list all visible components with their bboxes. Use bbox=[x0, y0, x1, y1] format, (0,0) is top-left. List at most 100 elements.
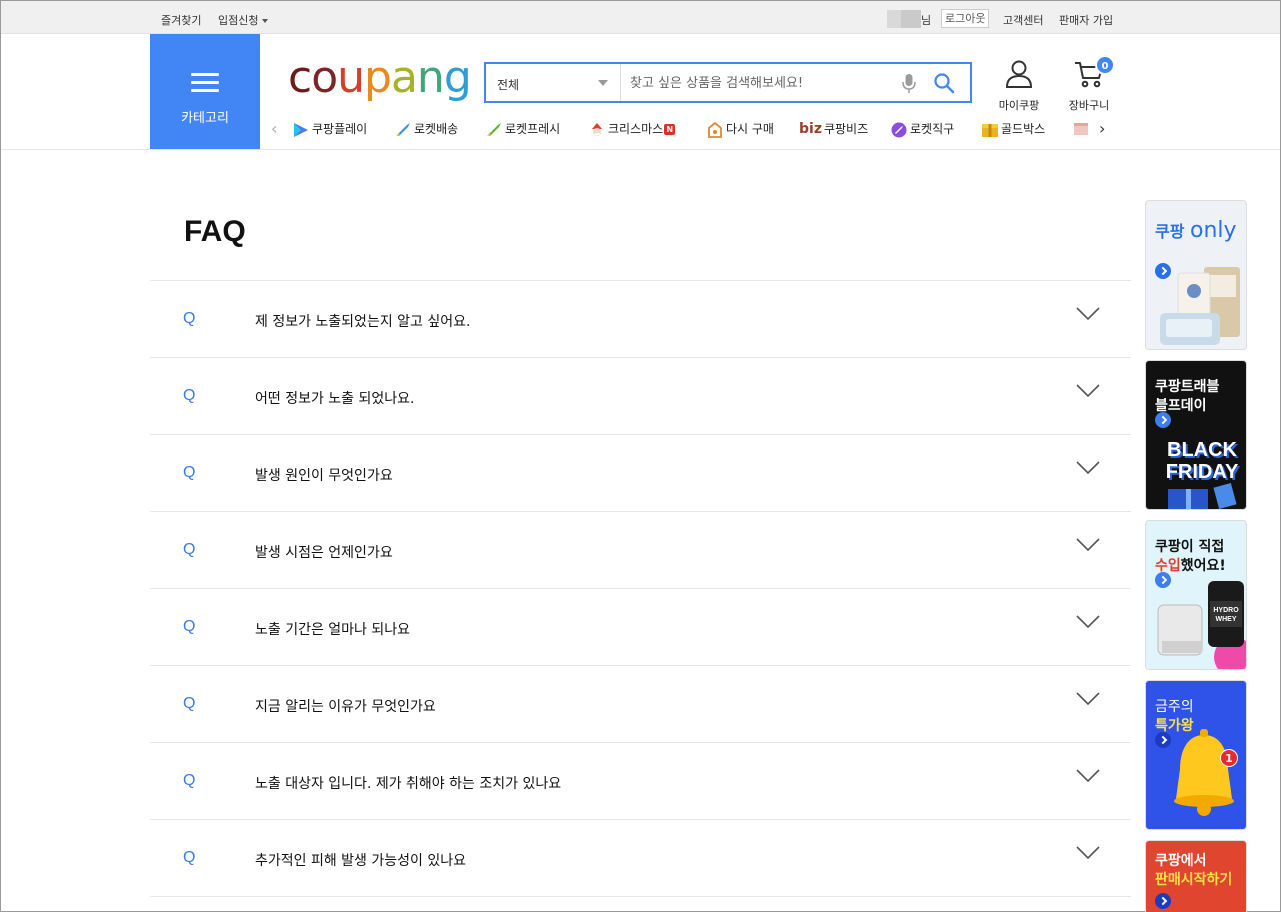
nav-item-label: 로켓프레시 bbox=[505, 122, 561, 136]
question-mark: Q bbox=[183, 464, 196, 481]
nav-item-coupang-biz[interactable]: biz 쿠팡비즈 bbox=[799, 120, 868, 137]
user-icon bbox=[1005, 60, 1033, 88]
faq-item[interactable]: Q 노출 기간은 얼마나 되나요 bbox=[150, 589, 1131, 666]
nav-item-partial-icon[interactable] bbox=[1072, 120, 1092, 136]
my-coupang-label: 마이쿠팡 bbox=[998, 99, 1040, 112]
nav-prev-arrow-icon[interactable]: ‹ bbox=[271, 119, 277, 138]
side-banner-column: 쿠팡 only 쿠팡트래블 블프데이 BLACK FRIDAY 쿠팡이 직접 수입했… bbox=[1145, 200, 1247, 912]
nav-item-label: 골드박스 bbox=[1001, 122, 1046, 136]
chevron-down-icon[interactable] bbox=[1076, 307, 1100, 321]
nav-next-arrow-icon[interactable]: › bbox=[1099, 119, 1105, 138]
rebuy-icon bbox=[708, 121, 722, 138]
category-label: 카테고리 bbox=[181, 111, 229, 126]
search-scope-select[interactable]: 전체 bbox=[486, 64, 621, 101]
banner-travel-black-friday[interactable]: 쿠팡트래블 블프데이 BLACK FRIDAY bbox=[1145, 360, 1247, 510]
my-coupang-button[interactable]: 마이쿠팡 bbox=[989, 59, 1049, 113]
nav-item-goldbox[interactable]: 골드박스 bbox=[981, 120, 1045, 138]
faq-item[interactable]: Q 발생 원인이 무엇인가요 bbox=[150, 435, 1131, 512]
faq-item[interactable]: Q 추가적인 피해 발생 가능성이 있나요 bbox=[150, 820, 1131, 897]
banner-title: 쿠팡에서 판매시작하기 bbox=[1155, 852, 1232, 890]
faq-question: 지금 알리는 이유가 무엇인가요 bbox=[255, 699, 436, 715]
faq-item[interactable]: Q 제 정보가 노출되었는지 알고 싶어요. bbox=[150, 281, 1131, 358]
header-divider bbox=[1, 149, 1280, 150]
question-mark: Q bbox=[183, 618, 196, 635]
chevron-down-icon[interactable] bbox=[1076, 384, 1100, 398]
chevron-down-icon[interactable] bbox=[1076, 846, 1100, 860]
question-mark: Q bbox=[183, 849, 196, 866]
nav-item-rocket-fresh[interactable]: 로켓프레시 bbox=[485, 120, 560, 138]
search-bar: 전체 bbox=[484, 62, 972, 103]
product-packages-illustration bbox=[1160, 267, 1240, 345]
faq-item[interactable]: Q 발생 시점은 언제인가요 bbox=[150, 512, 1131, 589]
chevron-down-icon[interactable] bbox=[1076, 615, 1100, 629]
nav-item-label: 쿠팡비즈 bbox=[823, 122, 869, 136]
new-badge: N bbox=[664, 124, 676, 135]
banner-title: 쿠팡 only bbox=[1155, 218, 1237, 243]
black-friday-art: BLACK FRIDAY bbox=[1165, 439, 1239, 483]
bell-icon bbox=[1174, 729, 1234, 816]
faq-item[interactable]: Q 노출 대상자 입니다. 제가 취해야 하는 조치가 있나요 bbox=[150, 743, 1131, 820]
question-mark: Q bbox=[183, 387, 196, 404]
global-rocket-icon bbox=[891, 122, 907, 137]
banner-title-part: 쿠팡 bbox=[1155, 222, 1185, 241]
nav-item-rocket-delivery[interactable]: 로켓배송 bbox=[394, 120, 458, 138]
banner-title-part: 금주의 bbox=[1155, 699, 1194, 715]
logout-button[interactable]: 로그아웃 bbox=[941, 9, 990, 28]
chevron-down-icon[interactable] bbox=[1076, 461, 1100, 475]
microphone-icon[interactable] bbox=[901, 72, 917, 94]
santa-icon bbox=[592, 122, 602, 136]
hamburger-icon bbox=[191, 73, 219, 93]
arrow-right-icon bbox=[1155, 412, 1171, 428]
faq-question: 노출 대상자 입니다. 제가 취해야 하는 조치가 있나요 bbox=[255, 776, 562, 792]
banner-title-part: 쿠팡트래블 bbox=[1155, 379, 1220, 395]
banner-direct-import[interactable]: 쿠팡이 직접 수입했어요! HYDRO WHEY bbox=[1145, 520, 1247, 670]
cart-button[interactable]: 0 장바구니 bbox=[1059, 55, 1119, 113]
faq-question: 어떤 정보가 노출 되었나요. bbox=[255, 391, 415, 407]
banner-coupang-only[interactable]: 쿠팡 only bbox=[1145, 200, 1247, 350]
notification-badge: 1 bbox=[1220, 749, 1238, 767]
banner-weekly-deal-king[interactable]: 금주의 특가왕 1 bbox=[1145, 680, 1247, 830]
nav-item-rebuy[interactable]: 다시 구매 bbox=[706, 120, 774, 138]
cart-label: 장바구니 bbox=[1068, 99, 1110, 112]
banner-title-part: 쿠팡에서 bbox=[1155, 853, 1207, 869]
logo-letter: c bbox=[288, 52, 312, 103]
nav-item-coupang-play[interactable]: 쿠팡플레이 bbox=[292, 120, 367, 138]
faq-item[interactable]: Q 어떤 정보가 노출 되었나요. bbox=[150, 358, 1131, 435]
banner-start-selling[interactable]: 쿠팡에서 판매시작하기 bbox=[1145, 840, 1247, 912]
category-menu-button[interactable]: 카테고리 bbox=[150, 34, 260, 149]
biz-logo: biz bbox=[799, 121, 822, 137]
chevron-down-icon[interactable] bbox=[1076, 538, 1100, 552]
banner-title-part: 수입 bbox=[1155, 558, 1181, 574]
gift-box-illustration bbox=[1168, 483, 1237, 509]
search-input[interactable] bbox=[630, 72, 890, 94]
search-icon[interactable] bbox=[933, 72, 955, 94]
caret-down-icon bbox=[262, 19, 269, 23]
logo-letter: p bbox=[364, 52, 392, 103]
nav-item-label: 로켓직구 bbox=[910, 122, 955, 136]
chevron-down-icon[interactable] bbox=[1076, 692, 1100, 706]
customer-center-link[interactable]: 고객센터 bbox=[1003, 12, 1043, 28]
faq-item[interactable]: Q 지금 알리는 이유가 무엇인가요 bbox=[150, 666, 1131, 743]
nav-item-rocket-direct[interactable]: 로켓직구 bbox=[890, 120, 954, 138]
question-mark: Q bbox=[183, 541, 196, 558]
logo-letter: n bbox=[416, 52, 445, 103]
nav-item-christmas[interactable]: 크리스마스 N bbox=[588, 120, 676, 138]
protein-label: HYDRO WHEY bbox=[1213, 607, 1239, 623]
banner-title-part: only bbox=[1190, 218, 1237, 243]
seller-signup-link[interactable]: 판매자 가입 bbox=[1059, 12, 1113, 28]
seller-apply-label: 입점신청 bbox=[218, 14, 259, 27]
masked-username bbox=[887, 10, 921, 28]
banner-title: 쿠팡트래블 블프데이 bbox=[1155, 378, 1219, 416]
banner-title: 쿠팡이 직접 수입했어요! bbox=[1155, 538, 1226, 576]
shortcut-nav: ‹ 쿠팡플레이 로켓배송 로켓프레시 크리스마스 N 다시 구매 biz 쿠팡비즈 … bbox=[266, 115, 1116, 143]
nav-item-label: 다시 구매 bbox=[726, 122, 774, 136]
question-mark: Q bbox=[183, 772, 196, 789]
banner-title-part: 쿠팡이 직접 bbox=[1155, 539, 1225, 555]
user-suffix: 님 bbox=[921, 14, 932, 27]
coupang-logo[interactable]: coupang bbox=[288, 52, 472, 103]
faq-list: Q 제 정보가 노출되었는지 알고 싶어요. Q 어떤 정보가 노출 되었나요.… bbox=[150, 280, 1131, 897]
bookmark-link[interactable]: 즐겨찾기 bbox=[161, 12, 201, 28]
question-mark: Q bbox=[183, 695, 196, 712]
seller-apply-link[interactable]: 입점신청 bbox=[218, 12, 269, 28]
chevron-down-icon[interactable] bbox=[1076, 769, 1100, 783]
